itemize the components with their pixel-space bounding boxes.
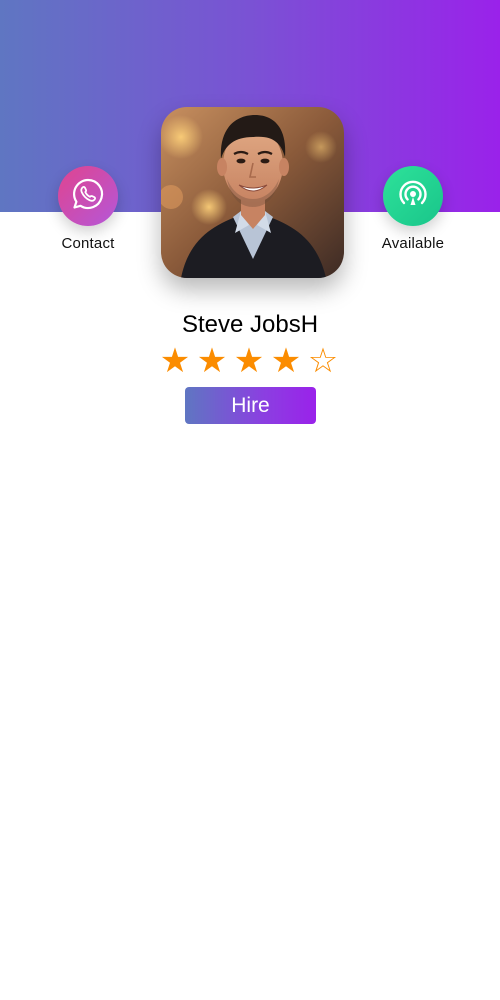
star-icon: ★ bbox=[159, 342, 193, 380]
contact-label: Contact bbox=[61, 235, 115, 252]
available-label: Available bbox=[381, 235, 445, 252]
profile-name: Steve JobsH bbox=[181, 311, 319, 338]
star-icon: ★ bbox=[196, 342, 230, 380]
signal-broadcast-icon bbox=[395, 176, 431, 217]
phone-chat-icon bbox=[71, 177, 105, 216]
star-icon: ☆ bbox=[307, 342, 341, 380]
contact-button[interactable] bbox=[58, 166, 118, 226]
contact-action[interactable]: Contact bbox=[38, 166, 138, 252]
profile-photo bbox=[161, 107, 344, 278]
available-action[interactable]: Available bbox=[363, 166, 463, 252]
star-icon: ★ bbox=[233, 342, 267, 380]
star-rating: ★ ★ ★ ★ ☆ bbox=[0, 342, 500, 380]
star-icon: ★ bbox=[270, 342, 304, 380]
hire-button[interactable]: Hire bbox=[185, 387, 316, 424]
available-button[interactable] bbox=[383, 166, 443, 226]
